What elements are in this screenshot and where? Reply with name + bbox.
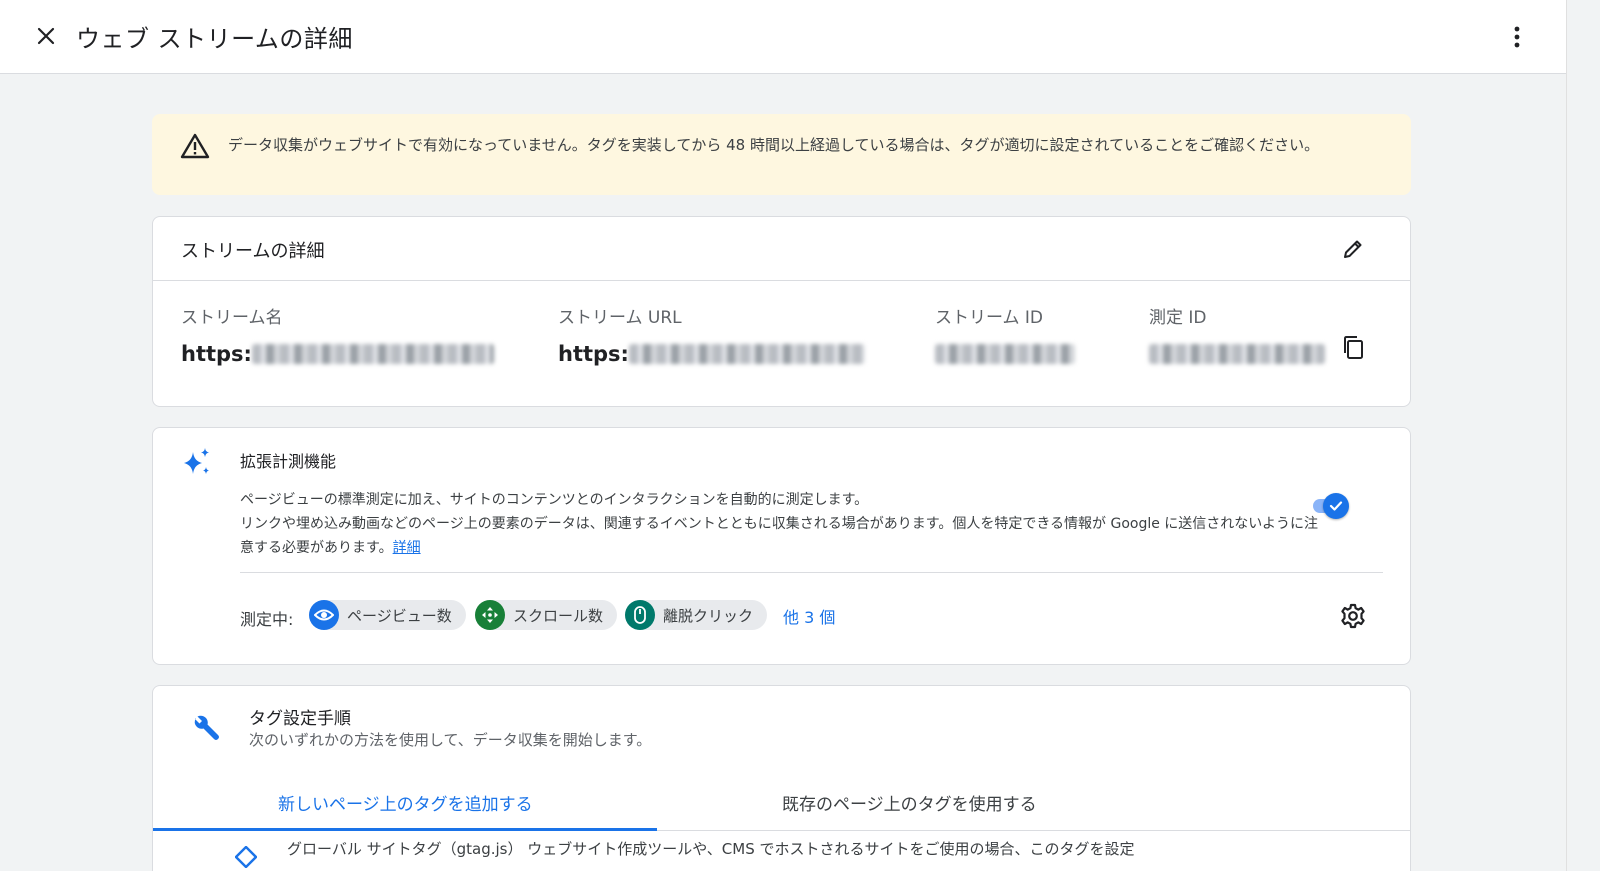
- stream-id-label: ストリーム ID: [935, 308, 1043, 328]
- enhanced-measurement-card: 拡張計測機能 ページビューの標準測定に加え、サイトのコンテンツとのインタラクショ…: [152, 427, 1411, 665]
- wrench-icon: [191, 714, 221, 748]
- top-app-bar: ウェブ ストリームの詳細: [0, 0, 1566, 74]
- stream-url-label: ストリーム URL: [558, 308, 682, 328]
- more-vert-icon[interactable]: [1505, 22, 1529, 52]
- edit-pencil-icon[interactable]: [1339, 235, 1367, 263]
- description-line-1: ページビューの標準測定に加え、サイトのコンテンツとのインタラクションを自動的に測…: [240, 492, 869, 508]
- tab-add-new-tag[interactable]: 新しいページ上のタグを追加する: [278, 790, 533, 815]
- stream-details-title: ストリームの詳細: [181, 241, 325, 262]
- stream-name-value: https:: [181, 342, 252, 366]
- enhanced-measurement-title: 拡張計測機能: [240, 452, 337, 471]
- scrollbar[interactable]: [1566, 0, 1600, 871]
- chip-outbound-clicks-label: 離脱クリック: [663, 606, 754, 625]
- divider: [240, 572, 1383, 573]
- chip-scrolls-label: スクロール数: [513, 606, 604, 625]
- enhanced-measurement-toggle[interactable]: [1313, 492, 1349, 520]
- sparkle-icon: [181, 446, 213, 482]
- enhanced-measurement-description: ページビューの標準測定に加え、サイトのコンテンツとのインタラクションを自動的に測…: [240, 488, 1330, 560]
- tag-setup-card: タグ設定手順 次のいずれかの方法を使用して、データ収集を開始します。 新しいペー…: [152, 685, 1411, 871]
- mouse-icon: [625, 600, 655, 630]
- warning-text: データ収集がウェブサイトで有効になっていません。タグを実装してから 48 時間以…: [228, 136, 1320, 154]
- stream-details-card: ストリームの詳細 ストリーム名 https: ストリーム URL https: …: [152, 216, 1411, 407]
- measuring-label: 測定中:: [240, 610, 294, 629]
- page-title: ウェブ ストリームの詳細: [76, 25, 353, 53]
- stream-name-label: ストリーム名: [181, 308, 283, 328]
- tab-use-existing-tag[interactable]: 既存のページ上のタグを使用する: [782, 790, 1037, 815]
- details-link[interactable]: 詳細: [393, 540, 421, 556]
- eye-icon: [309, 600, 339, 630]
- measurement-id-label: 測定 ID: [1149, 308, 1207, 328]
- copy-icon[interactable]: [1339, 333, 1367, 363]
- redacted-measurement-id: [1149, 344, 1325, 364]
- gear-icon[interactable]: [1339, 602, 1367, 630]
- chip-page-views[interactable]: ページビュー数: [309, 600, 466, 630]
- toggle-knob: [1323, 493, 1349, 519]
- scroll-arrows-icon: [475, 600, 505, 630]
- stream-id-field: ストリーム ID: [935, 303, 1075, 367]
- stream-name-field: ストリーム名 https:: [181, 303, 494, 367]
- stream-url-field: ストリーム URL https:: [558, 303, 865, 367]
- tag-setup-subtitle: 次のいずれかの方法を使用して、データ収集を開始します。: [249, 731, 652, 749]
- chip-scrolls[interactable]: スクロール数: [475, 600, 618, 630]
- tag-setup-title: タグ設定手順: [249, 709, 351, 729]
- check-icon: [1329, 501, 1343, 511]
- gtag-diamond-icon: [234, 845, 258, 871]
- more-events-link[interactable]: 他 3 個: [783, 604, 835, 628]
- measurement-id-field: 測定 ID: [1149, 303, 1325, 367]
- stream-url-value: https:: [558, 342, 629, 366]
- active-tab-indicator: [153, 828, 657, 831]
- redacted-stream-name: [251, 344, 494, 364]
- warning-icon: [180, 132, 210, 164]
- gtag-description: グローバル サイトタグ（gtag.js） ウェブサイト作成ツールや、CMS でホ…: [287, 840, 1135, 858]
- chip-page-views-label: ページビュー数: [347, 606, 452, 625]
- warning-banner: データ収集がウェブサイトで有効になっていません。タグを実装してから 48 時間以…: [152, 114, 1411, 195]
- stream-details-header: ストリームの詳細: [153, 217, 1410, 281]
- chip-outbound-clicks[interactable]: 離脱クリック: [625, 600, 768, 630]
- close-icon[interactable]: [32, 22, 60, 50]
- redacted-stream-url: [628, 344, 865, 364]
- redacted-stream-id: [935, 344, 1075, 364]
